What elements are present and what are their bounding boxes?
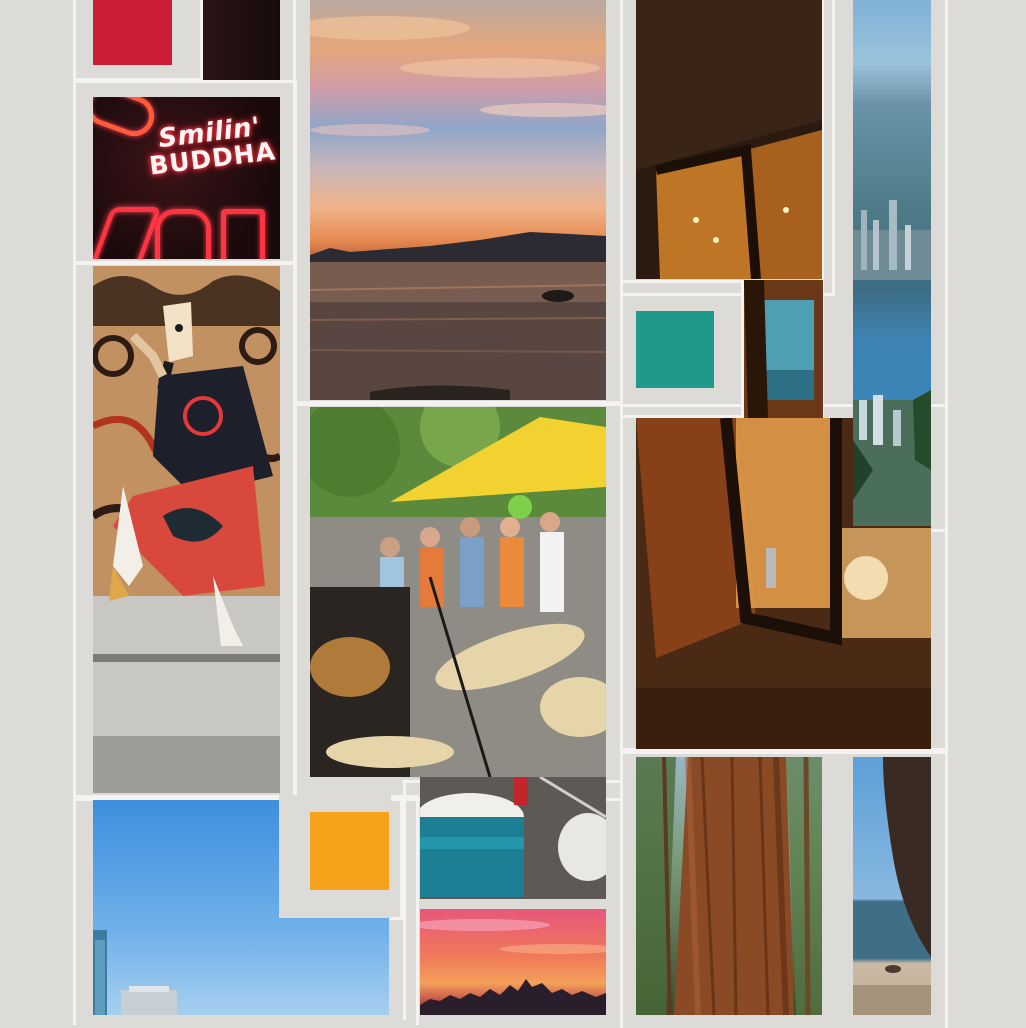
neon-sign-text: Smilin' BUDDHA — [138, 112, 280, 181]
neon-tube-shape — [221, 209, 265, 259]
indigenous-dancer-photo — [93, 266, 280, 793]
orange-square — [310, 812, 389, 890]
teal-square — [636, 311, 714, 388]
red-square — [93, 0, 172, 65]
aerial-city-coast-photo — [853, 0, 931, 526]
sunset-ocean-photo — [310, 0, 606, 400]
dark-strip-photo — [203, 0, 280, 80]
neon-tube-shape — [155, 209, 211, 259]
sunset-skyline-photo — [420, 909, 606, 1015]
neon-tube-shape — [93, 207, 162, 259]
neon-sign-photo: Smilin' BUDDHA — [93, 97, 280, 259]
restaurant-window-photo — [636, 0, 822, 279]
giant-redwood-photo — [636, 757, 822, 1015]
restaurant-window-photo-mid — [744, 280, 823, 418]
beach-sculpture-photo — [853, 757, 931, 1015]
street-festival-band-photo — [310, 407, 606, 777]
drum-kit-photo — [420, 777, 606, 899]
